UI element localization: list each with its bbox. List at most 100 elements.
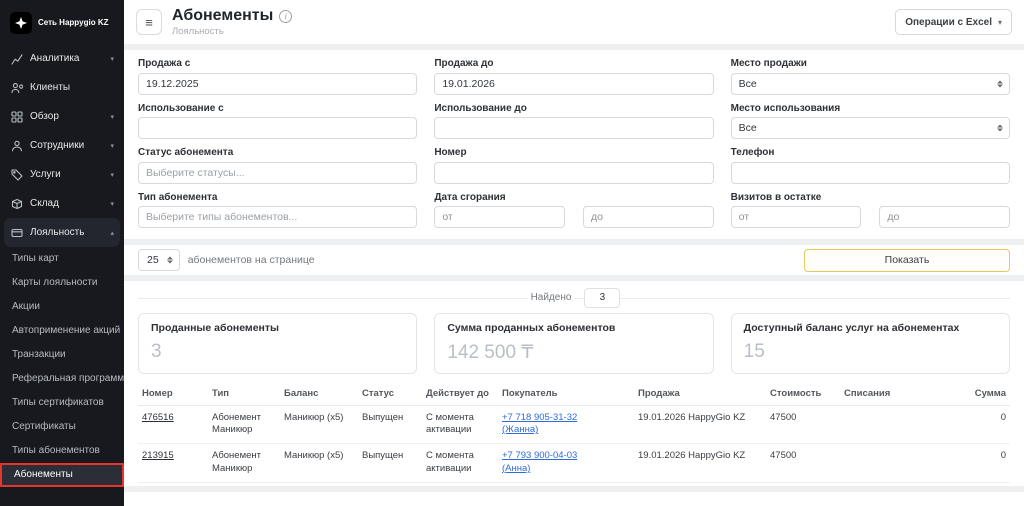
visits-to-group: до (879, 206, 1010, 228)
sidebar-item-overview[interactable]: Обзор ▾ (0, 102, 124, 131)
breadcrumb: Лояльность (172, 26, 292, 37)
sidebar-subitem-promotions[interactable]: Акции (0, 295, 124, 319)
sidebar-subitem-certificates[interactable]: Сертификаты (0, 415, 124, 439)
status-badge: Активирован (358, 482, 422, 486)
results-panel: Найдено 3 Проданные абонементы 3 Сумма п… (124, 281, 1024, 486)
workspace-logo[interactable]: Сеть Happygio KZ (0, 8, 124, 44)
bottom-panel (124, 492, 1024, 506)
type-multiselect[interactable] (138, 206, 417, 228)
found-label: Найдено (528, 292, 575, 303)
sidebar-item-loyalty[interactable]: Лояльность ▴ (4, 218, 120, 247)
filter-sale-place: Место продажи Все (731, 58, 1010, 95)
content-stack: Продажа с Продажа до Место продажи Все И… (124, 44, 1024, 506)
filters-panel: Продажа с Продажа до Место продажи Все И… (124, 50, 1024, 239)
sidebar-nav: Аналитика ▾ Клиенты Обзор ▾ Сотрудники ▾… (0, 44, 124, 487)
chevron-up-icon: ▴ (110, 229, 114, 237)
subscription-number-link[interactable]: 476516 (142, 412, 174, 423)
workspace-name: Сеть Happygio KZ (38, 18, 109, 28)
filter-sale-from: Продажа с (138, 58, 417, 95)
filter-burn-date: Дата сгорания от до (434, 192, 713, 229)
filter-use-from: Использование с (138, 103, 417, 140)
per-page-select[interactable]: 25 (138, 249, 180, 271)
phone-input[interactable] (731, 162, 1010, 184)
chevron-down-icon: ▾ (110, 55, 114, 63)
loyalty-icon (10, 226, 23, 239)
number-input[interactable] (434, 162, 713, 184)
menu-toggle-button[interactable]: ≡ (136, 9, 162, 35)
buyer-phone-link[interactable]: +7 793 900-04-03 (502, 450, 577, 463)
filter-use-place: Место использования Все (731, 103, 1010, 140)
burn-date-from-group: от (434, 206, 565, 228)
page-header: ≡ Абонементы i Лояльность Операции с Exc… (124, 0, 1024, 44)
visits-to-input[interactable] (905, 211, 1002, 223)
list-controls-bar: 25 абонементов на странице Показать (124, 245, 1024, 275)
main-area: ≡ Абонементы i Лояльность Операции с Exc… (124, 0, 1024, 506)
filter-sale-to: Продажа до (434, 58, 713, 95)
table-row: 213915 Абонемент Маникюр Маникюр (x5) Вы… (138, 444, 1010, 483)
employees-icon (10, 139, 23, 152)
use-from-input[interactable] (138, 117, 417, 139)
use-place-select[interactable]: Все (731, 117, 1010, 139)
filter-status: Статус абонемента (138, 147, 417, 184)
burn-date-from-input[interactable] (459, 211, 557, 223)
filter-type: Тип абонемента (138, 192, 417, 229)
sidebar-item-clients[interactable]: Клиенты (0, 73, 124, 102)
filter-number: Номер (434, 147, 713, 184)
title-block: Абонементы i Лояльность (172, 7, 292, 37)
buyer-name-link[interactable]: (Жанна) (502, 424, 538, 437)
per-page-label: абонементов на странице (188, 254, 315, 266)
select-arrows-icon (997, 125, 1003, 132)
sidebar-subitem-subscription-types[interactable]: Типы абонементов (0, 439, 124, 463)
sidebar-subitem-loyalty-cards[interactable]: Карты лояльности (0, 271, 124, 295)
sale-place-select[interactable]: Все (731, 73, 1010, 95)
select-arrows-icon (167, 257, 173, 264)
filter-use-to: Использование до (434, 103, 713, 140)
status-badge: Выпущен (358, 405, 422, 444)
status-multiselect[interactable] (138, 162, 417, 184)
visits-from-group: от (731, 206, 862, 228)
sidebar-subitem-auto-promotions[interactable]: Автоприменение акций (0, 319, 124, 343)
sidebar-item-analytics[interactable]: Аналитика ▾ (0, 44, 124, 73)
services-icon (10, 168, 23, 181)
sidebar-subitem-transactions[interactable]: Транзакции (0, 343, 124, 367)
chevron-down-icon: ▾ (110, 200, 114, 208)
overview-icon (10, 110, 23, 123)
info-icon[interactable]: i (279, 10, 292, 23)
status-badge: Выпущен (358, 444, 422, 483)
buyer-name-link[interactable]: (Анна) (502, 463, 530, 476)
table-row: 659072 Абонемент Педикюр Педикюр (x5) Ак… (138, 482, 1010, 486)
chevron-down-icon: ▾ (110, 113, 114, 121)
select-arrows-icon (997, 80, 1003, 87)
sale-from-input[interactable] (138, 73, 417, 95)
subscription-number-link[interactable]: 213915 (142, 450, 174, 461)
table-header-row: Номер Тип Баланс Статус Действует до Пок… (138, 384, 1010, 406)
sale-to-input[interactable] (434, 73, 713, 95)
page-title: Абонементы (172, 7, 273, 25)
warehouse-icon (10, 197, 23, 210)
logo-icon (10, 12, 32, 34)
use-to-input[interactable] (434, 117, 713, 139)
sidebar-item-services[interactable]: Услуги ▾ (0, 160, 124, 189)
burn-date-to-group: до (583, 206, 714, 228)
analytics-icon (10, 52, 23, 65)
subscriptions-table: Номер Тип Баланс Статус Действует до Пок… (138, 384, 1010, 486)
sidebar-item-employees[interactable]: Сотрудники ▾ (0, 131, 124, 160)
excel-operations-button[interactable]: Операции с Excel ▾ (895, 9, 1012, 35)
found-row: Найдено 3 (138, 286, 1010, 309)
sidebar-subitem-card-types[interactable]: Типы карт (0, 247, 124, 271)
sidebar: Сеть Happygio KZ Аналитика ▾ Клиенты Обз… (0, 0, 124, 506)
buyer-phone-link[interactable]: +7 718 905-31-32 (502, 412, 577, 425)
sidebar-subitem-subscriptions[interactable]: Абонементы (0, 463, 124, 487)
summary-cards: Проданные абонементы 3 Сумма проданных а… (138, 313, 1010, 374)
table-row: 476516 Абонемент Маникюр Маникюр (x5) Вы… (138, 405, 1010, 444)
visits-from-input[interactable] (755, 211, 853, 223)
sidebar-subitem-referral-program[interactable]: Реферальная программа (0, 367, 124, 391)
show-button[interactable]: Показать (804, 249, 1010, 272)
chevron-down-icon: ▾ (110, 142, 114, 150)
sidebar-item-warehouse[interactable]: Склад ▾ (0, 189, 124, 218)
clients-icon (10, 81, 23, 94)
summary-card-sum: Сумма проданных абонементов 142 500 ₸ (434, 313, 713, 374)
sidebar-subitem-certificate-types[interactable]: Типы сертификатов (0, 391, 124, 415)
burn-date-to-input[interactable] (609, 211, 706, 223)
found-count-badge: 3 (584, 288, 620, 308)
